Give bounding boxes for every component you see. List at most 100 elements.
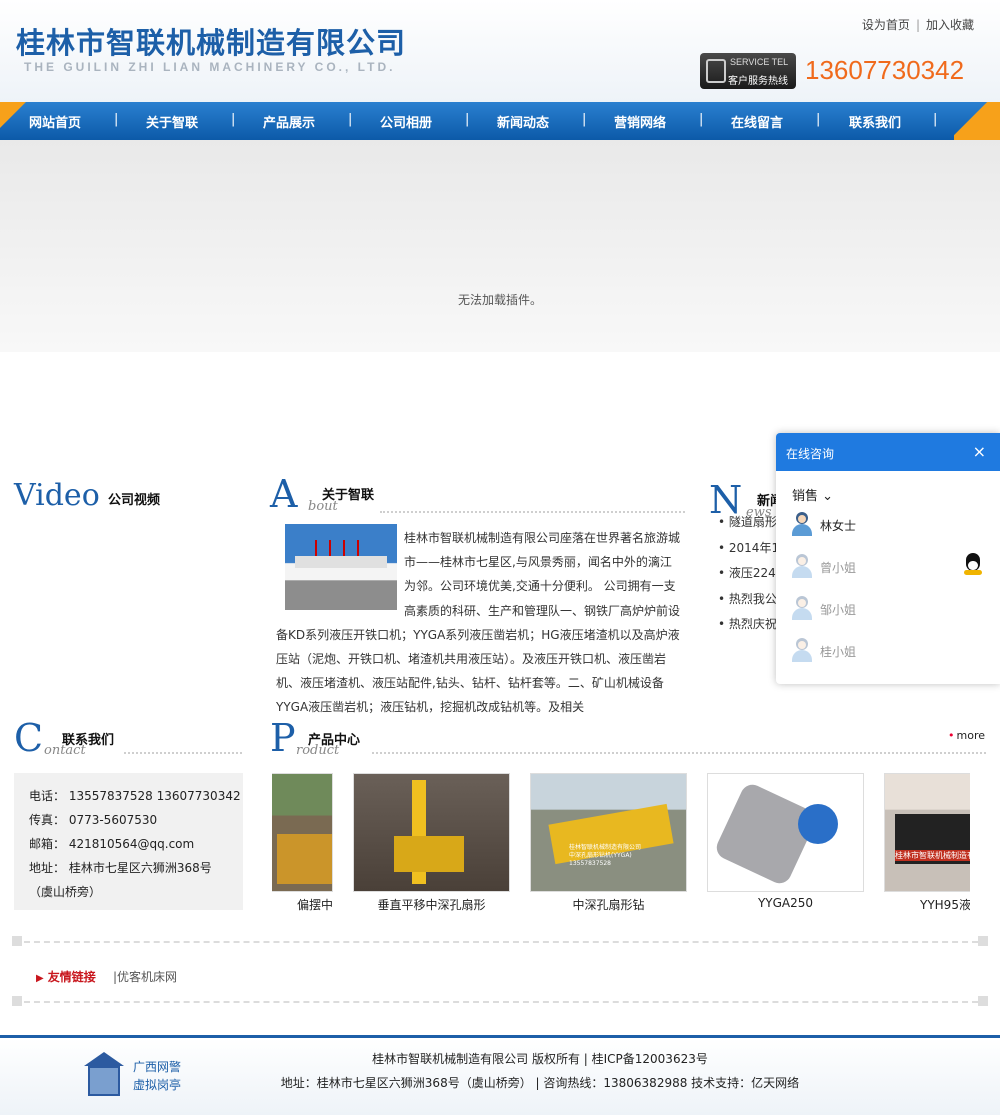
friend-link[interactable]: |优客机床网 <box>113 968 177 985</box>
product-carousel[interactable]: 偏摆中 垂直平移中深孔扇形 桂林智联机械制造有限公司 中深孔扇形钻机(YYGA)… <box>272 773 970 918</box>
product-image[interactable] <box>707 773 864 892</box>
contact-box: 电话： 13557837528 13607730342 传真： 0773-560… <box>14 773 243 910</box>
nav-separator: | <box>114 112 119 127</box>
friend-links-label: ▶ 友情链接 <box>36 968 96 985</box>
products-divider <box>372 752 986 754</box>
contact-address: 地址： 桂林市七星区六狮洲368号 <box>29 861 212 875</box>
contact-fax: 传真： 0773-5607530 <box>29 813 158 827</box>
agent-name[interactable]: 林女士 <box>820 517 856 534</box>
friend-link-name[interactable]: 优客机床网 <box>117 970 177 984</box>
nav-item-sales-network[interactable]: 营销网络 <box>614 112 666 131</box>
avatar-icon <box>792 596 812 620</box>
contact-heading: 联系我们 <box>62 733 115 748</box>
news-item-title[interactable]: 热烈我公 <box>729 592 777 606</box>
set-homepage-link[interactable]: 设为首页 <box>862 18 910 32</box>
product-caption[interactable]: YYH95液 <box>884 896 970 913</box>
chat-agent[interactable]: 邹小姐 <box>792 596 992 622</box>
machine-shape <box>277 834 332 884</box>
photo-watermark: 桂林市智联机械制造有限公司 <box>895 850 970 861</box>
contact-email[interactable]: 邮箱： 421810564@qq.com <box>29 835 194 852</box>
about-heading: 关于智联 <box>322 488 375 503</box>
logo-title[interactable]: 桂林市智联机械制造有限公司 <box>16 20 406 62</box>
nav-separator: | <box>231 112 236 127</box>
video-heading-cn: 公司视频 <box>108 493 161 508</box>
nav-item-products[interactable]: 产品展示 <box>263 112 315 131</box>
products-more-link[interactable]: • more <box>948 729 985 742</box>
contact-address-note: （虞山桥旁） <box>29 885 102 899</box>
product-caption[interactable]: 偏摆中 <box>272 896 333 913</box>
products-heading: 产品中心 <box>308 733 361 748</box>
chat-group-selector[interactable]: 销售 ⌄ <box>792 485 833 504</box>
top-links: 设为首页 | 加入收藏 <box>862 16 974 33</box>
avatar-icon <box>792 638 812 662</box>
banner-plugin-area: 无法加载插件。 <box>0 140 1000 352</box>
news-item-title[interactable]: 热烈庆祝 <box>729 617 777 631</box>
agent-name[interactable]: 邹小姐 <box>820 601 856 618</box>
service-tel-label-cn: 客户服务热线 <box>728 76 788 87</box>
phone-icon <box>706 59 726 83</box>
nav-separator: | <box>465 112 470 127</box>
agent-name[interactable]: 桂小姐 <box>820 643 856 660</box>
product-card[interactable]: 偏摆中 <box>272 773 333 913</box>
corner-decoration <box>978 936 988 946</box>
nav-item-message[interactable]: 在线留言 <box>731 112 783 131</box>
divider: | <box>915 18 920 32</box>
nav-separator: | <box>699 112 704 127</box>
product-image[interactable]: 桂林智联机械制造有限公司 中深孔扇形钻机(YYGA) 13557837528 <box>530 773 687 892</box>
triangle-icon: ▶ <box>36 973 44 984</box>
product-image[interactable] <box>353 773 510 892</box>
service-tel-badge: SERVICE TEL 客户服务热线 <box>700 53 796 89</box>
product-image[interactable]: 桂林市智联机械制造有限公司 <box>884 773 970 892</box>
nav-item-news[interactable]: 新闻动态 <box>497 112 549 131</box>
watermark-line: 桂林智联机械制造有限公司 <box>569 844 642 851</box>
friend-links-title: 友情链接 <box>47 970 96 984</box>
product-card[interactable]: YYGA250 <box>707 773 864 910</box>
image-float-spacer <box>276 526 404 610</box>
nav-separator: | <box>816 112 821 127</box>
chat-agent[interactable]: 林女士 <box>792 512 992 538</box>
product-caption[interactable]: YYGA250 <box>707 896 864 910</box>
add-favorite-link[interactable]: 加入收藏 <box>926 18 974 32</box>
footer-copyright: 桂林市智联机械制造有限公司 版权所有 | 桂ICP备12003623号 <box>372 1052 708 1066</box>
avatar-icon <box>792 554 812 578</box>
photo-watermark: 桂林智联机械制造有限公司 中深孔扇形钻机(YYGA) 13557837528 <box>569 844 641 868</box>
chat-agent[interactable]: 桂小姐 <box>792 638 992 664</box>
machine-shape <box>798 804 838 844</box>
product-card[interactable]: 桂林智联机械制造有限公司 中深孔扇形钻机(YYGA) 13557837528 中… <box>530 773 687 913</box>
product-caption[interactable]: 垂直平移中深孔扇形 <box>353 896 510 913</box>
corner-decoration <box>12 996 22 1006</box>
products-heading-letter: P <box>270 716 296 760</box>
product-card[interactable]: 垂直平移中深孔扇形 <box>353 773 510 913</box>
nav-item-contact[interactable]: 联系我们 <box>849 112 901 131</box>
avatar-icon <box>792 512 812 536</box>
product-card[interactable]: 桂林市智联机械制造有限公司 YYH95液 <box>884 773 970 913</box>
video-heading-en: Video <box>14 478 100 513</box>
links-bottom-border <box>14 1001 988 1003</box>
about-text: 桂林市智联机械制造有限公司座落在世界著名旅游城市——桂林市七星区,与风景秀丽，闻… <box>276 526 680 720</box>
nav-separator: | <box>348 112 353 127</box>
contact-heading-letter: C <box>14 716 44 760</box>
about-heading-letter: A <box>270 472 298 516</box>
watermark-line: 中深孔扇形钻机(YYGA) <box>569 852 632 859</box>
nav-item-about[interactable]: 关于智联 <box>146 112 198 131</box>
product-image[interactable] <box>272 773 333 892</box>
chat-title: 在线咨询 <box>786 447 835 461</box>
nav-right-decoration <box>954 102 1000 140</box>
service-tel-number: 13607730342 <box>805 55 965 85</box>
agent-name[interactable]: 曾小姐 <box>820 559 856 576</box>
product-caption[interactable]: 中深孔扇形钻 <box>530 896 687 913</box>
footer-address: 地址：桂林市七星区六狮洲368号（虞山桥旁） | 咨询热线：1380638298… <box>280 1076 800 1090</box>
nav-separator: | <box>933 112 938 127</box>
close-icon[interactable]: × <box>973 442 986 461</box>
logo-subtitle: THE GUILIN ZHI LIAN MACHINERY CO., LTD. <box>24 60 396 74</box>
more-label[interactable]: more <box>957 729 986 742</box>
page: 桂林市智联机械制造有限公司 THE GUILIN ZHI LIAN MACHIN… <box>0 0 1000 1115</box>
news-item-title[interactable]: 隧道扇形 <box>729 515 777 529</box>
nav-item-album[interactable]: 公司相册 <box>380 112 432 131</box>
chat-agent[interactable]: 曾小姐 <box>792 554 992 580</box>
online-chat-widget: 在线咨询 × 销售 ⌄ 林女士 曾小姐 邹小姐 桂小姐 <box>776 433 1000 684</box>
footer: 广西网警 虚拟岗亭 桂林市智联机械制造有限公司 版权所有 | 桂ICP备1200… <box>0 1035 1000 1115</box>
qq-icon[interactable] <box>964 553 982 575</box>
nav-separator: | <box>582 112 587 127</box>
nav-item-home[interactable]: 网站首页 <box>29 112 81 131</box>
